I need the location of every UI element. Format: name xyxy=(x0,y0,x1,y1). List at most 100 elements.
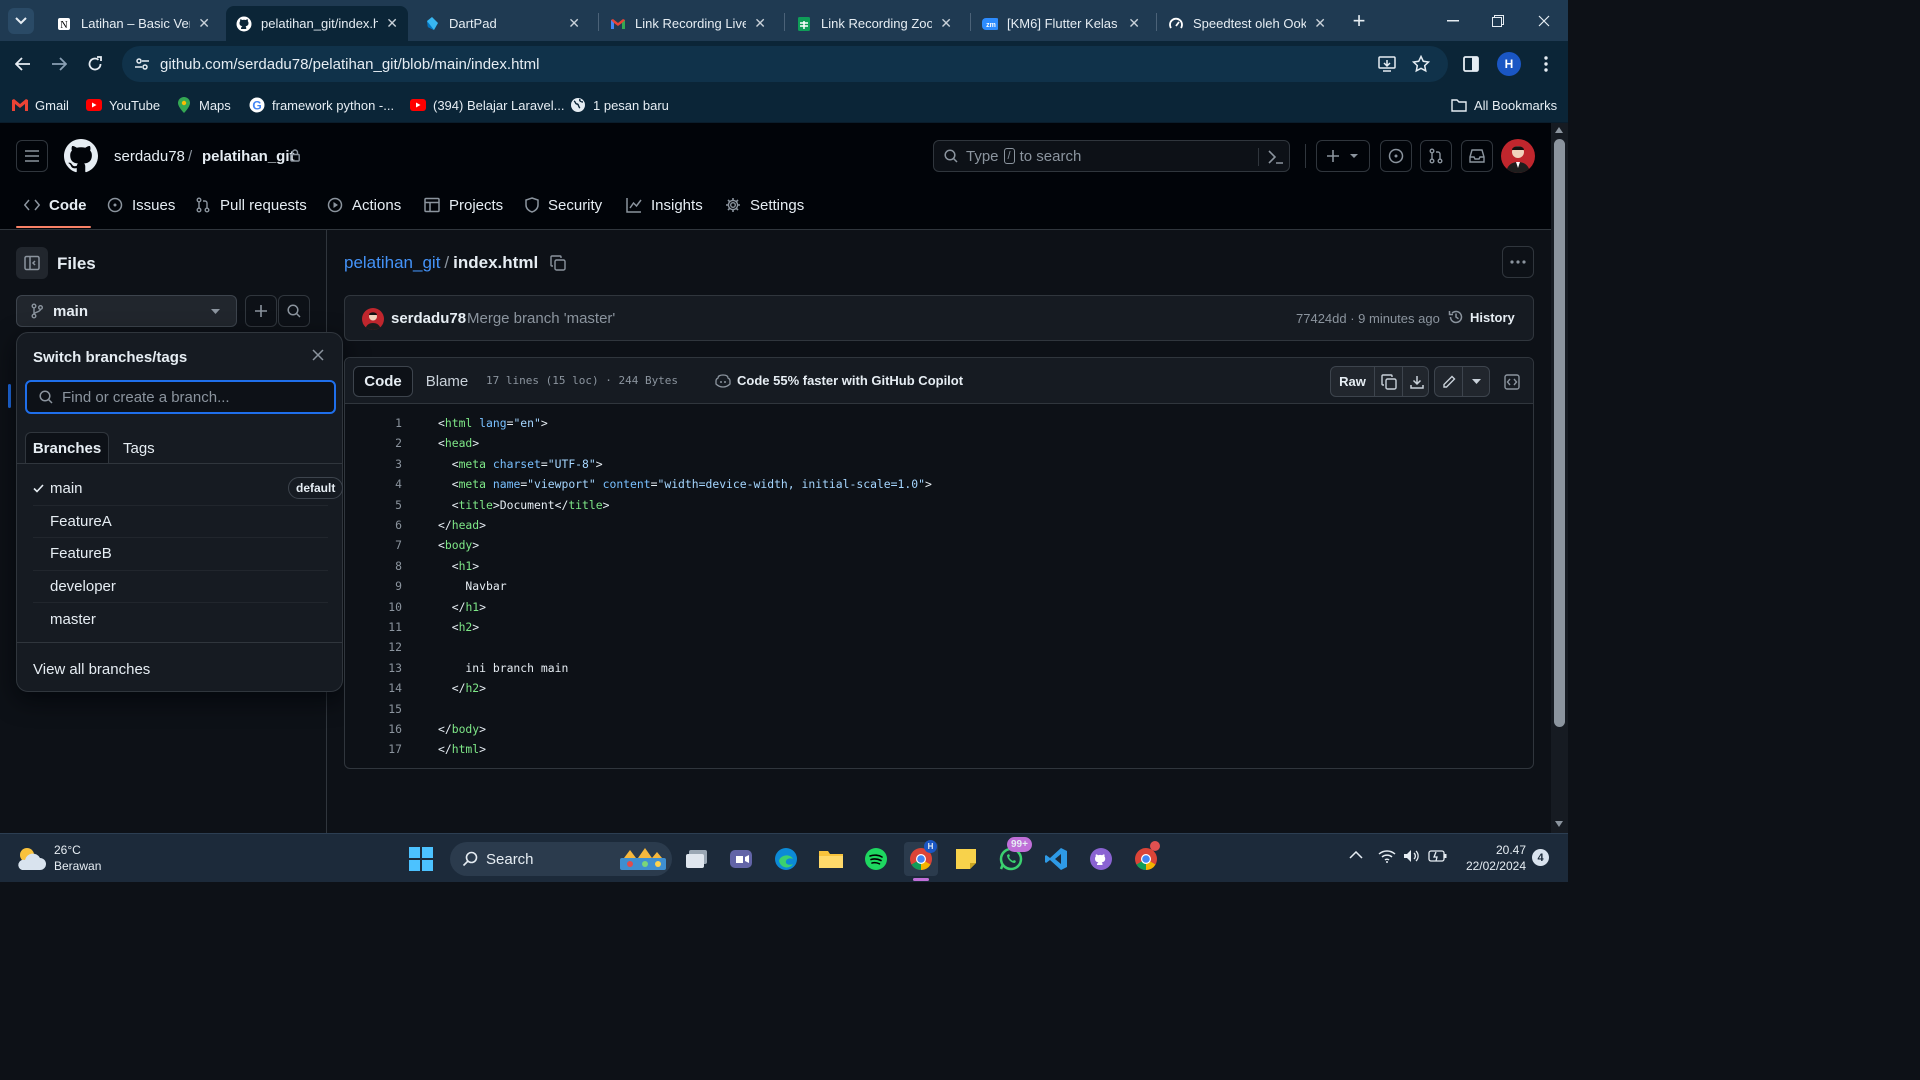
branch-selector-button[interactable]: main xyxy=(16,295,237,327)
close-icon[interactable]: ✕ xyxy=(568,15,580,32)
line-number[interactable]: 1 xyxy=(344,413,402,433)
side-panel-icon[interactable] xyxy=(1458,51,1484,77)
line-number[interactable]: 7 xyxy=(344,535,402,555)
line-number[interactable]: 15 xyxy=(344,699,402,719)
battery-icon[interactable] xyxy=(1428,849,1448,863)
browser-menu-icon[interactable] xyxy=(1533,51,1559,77)
taskbar-search[interactable]: Search xyxy=(450,842,672,876)
windows-start-icon[interactable] xyxy=(404,842,438,876)
global-search-input[interactable]: Type / to search xyxy=(933,140,1290,172)
history-button[interactable]: History xyxy=(1448,309,1515,325)
line-number[interactable]: 12 xyxy=(344,637,402,657)
line-number[interactable]: 6 xyxy=(344,515,402,535)
tab-branches[interactable]: Branches xyxy=(25,432,109,464)
site-info-icon[interactable] xyxy=(134,56,150,72)
tab-projects[interactable]: Projects xyxy=(424,195,503,215)
browser-tab[interactable]: Speedtest oleh Ookla ✕ xyxy=(1158,6,1336,41)
bookmark-framework-python[interactable]: Gframework python -... xyxy=(249,95,394,115)
line-number[interactable]: 2 xyxy=(344,433,402,453)
line-number[interactable]: 8 xyxy=(344,556,402,576)
bookmark-star-icon[interactable] xyxy=(1412,55,1430,73)
back-button[interactable] xyxy=(10,51,36,77)
chrome-icon[interactable]: H xyxy=(904,840,938,876)
notification-count-badge[interactable]: 4 xyxy=(1532,849,1549,866)
inbox-icon[interactable] xyxy=(1461,140,1493,172)
close-window-button[interactable] xyxy=(1521,0,1567,41)
commit-meta[interactable]: 77424dd · 9 minutes ago xyxy=(1296,311,1440,326)
profile-avatar[interactable]: H xyxy=(1496,51,1522,77)
repo-breadcrumb-link[interactable]: pelatihan_git xyxy=(344,253,440,273)
teams-chat-icon[interactable] xyxy=(724,842,758,876)
line-number[interactable]: 11 xyxy=(344,617,402,637)
line-number[interactable]: 16 xyxy=(344,719,402,739)
close-icon[interactable] xyxy=(312,349,324,361)
branch-item[interactable]: master xyxy=(33,603,328,635)
pencil-icon[interactable] xyxy=(1435,367,1463,396)
tab-tags[interactable]: Tags xyxy=(123,432,155,464)
browser-tab[interactable]: DartPad ✕ xyxy=(414,6,590,41)
tab-insights[interactable]: Insights xyxy=(626,195,703,215)
close-icon[interactable]: ✕ xyxy=(1314,15,1326,32)
tab-pull-requests[interactable]: Pull requests xyxy=(195,195,307,215)
commit-author[interactable]: serdadu78 xyxy=(391,310,466,327)
page-scrollbar[interactable] xyxy=(1551,123,1568,833)
copilot-promo[interactable]: Code 55% faster with GitHub Copilot xyxy=(715,373,963,388)
tab-settings[interactable]: Settings xyxy=(725,195,804,215)
bookmark-pesan-baru[interactable]: 1 pesan baru xyxy=(570,95,669,115)
close-icon[interactable]: ✕ xyxy=(940,15,952,32)
bookmark-youtube[interactable]: YouTube xyxy=(86,95,160,115)
repo-owner-link[interactable]: serdadu78 xyxy=(114,148,185,165)
view-blame-tab[interactable]: Blame xyxy=(417,366,477,397)
issues-icon[interactable] xyxy=(1380,140,1412,172)
bookmark-maps[interactable]: Maps xyxy=(176,95,231,115)
line-number[interactable]: 10 xyxy=(344,597,402,617)
bookmark-gmail[interactable]: Gmail xyxy=(12,95,69,115)
line-number[interactable]: 9 xyxy=(344,576,402,596)
address-bar[interactable]: github.com/serdadu78/pelatihan_git/blob/… xyxy=(122,46,1448,82)
browser-tab[interactable]: Link Recording Live S ✕ xyxy=(600,6,776,41)
chrome-icon-secondary[interactable] xyxy=(1129,841,1163,876)
create-new-button[interactable] xyxy=(1316,140,1370,172)
install-app-icon[interactable] xyxy=(1378,55,1396,73)
user-avatar[interactable] xyxy=(1501,139,1535,173)
commit-message[interactable]: Merge branch 'master' xyxy=(467,310,615,327)
reload-button[interactable] xyxy=(82,51,108,77)
close-icon[interactable]: ✕ xyxy=(386,15,398,32)
branch-filter-input[interactable]: Find or create a branch... xyxy=(25,380,336,414)
tab-search-button[interactable] xyxy=(8,8,34,34)
sticky-notes-icon[interactable] xyxy=(949,842,983,876)
add-file-button[interactable] xyxy=(245,295,277,327)
repo-name-link[interactable]: pelatihan_git xyxy=(202,148,295,165)
branch-item[interactable]: FeatureB xyxy=(33,537,328,569)
branch-item[interactable]: developer xyxy=(33,570,328,602)
tab-issues[interactable]: Issues xyxy=(107,195,175,215)
author-avatar[interactable] xyxy=(362,308,384,330)
file-explorer-icon[interactable] xyxy=(814,842,848,876)
copy-path-icon[interactable] xyxy=(550,255,566,271)
minimize-button[interactable] xyxy=(1430,0,1476,41)
new-tab-button[interactable]: + xyxy=(1346,8,1372,34)
more-options-button[interactable] xyxy=(1502,246,1534,278)
caret-down-icon[interactable] xyxy=(1463,367,1490,396)
github-logo-icon[interactable] xyxy=(64,139,98,173)
line-number[interactable]: 3 xyxy=(344,454,402,474)
line-number[interactable]: 14 xyxy=(344,678,402,698)
spotify-icon[interactable] xyxy=(859,842,893,876)
view-code-tab[interactable]: Code xyxy=(353,366,413,397)
tab-code[interactable]: Code xyxy=(24,195,87,215)
tab-security[interactable]: Security xyxy=(525,195,602,215)
vscode-icon[interactable] xyxy=(1039,842,1073,876)
all-bookmarks[interactable]: All Bookmarks xyxy=(1451,95,1557,115)
line-number[interactable]: 13 xyxy=(344,658,402,678)
line-number[interactable]: 5 xyxy=(344,495,402,515)
raw-button[interactable]: Raw xyxy=(1331,367,1375,396)
hamburger-menu-button[interactable] xyxy=(16,140,48,172)
line-number[interactable]: 17 xyxy=(344,739,402,759)
command-palette-icon[interactable] xyxy=(1268,150,1284,164)
close-icon[interactable]: ✕ xyxy=(754,15,766,32)
search-files-button[interactable] xyxy=(278,295,310,327)
view-all-branches-link[interactable]: View all branches xyxy=(33,661,150,678)
chevron-up-icon[interactable] xyxy=(1349,851,1363,859)
browser-tab[interactable]: Link Recording Zoom ✕ xyxy=(786,6,962,41)
clock[interactable]: 20.47 22/02/2024 xyxy=(1452,842,1526,874)
